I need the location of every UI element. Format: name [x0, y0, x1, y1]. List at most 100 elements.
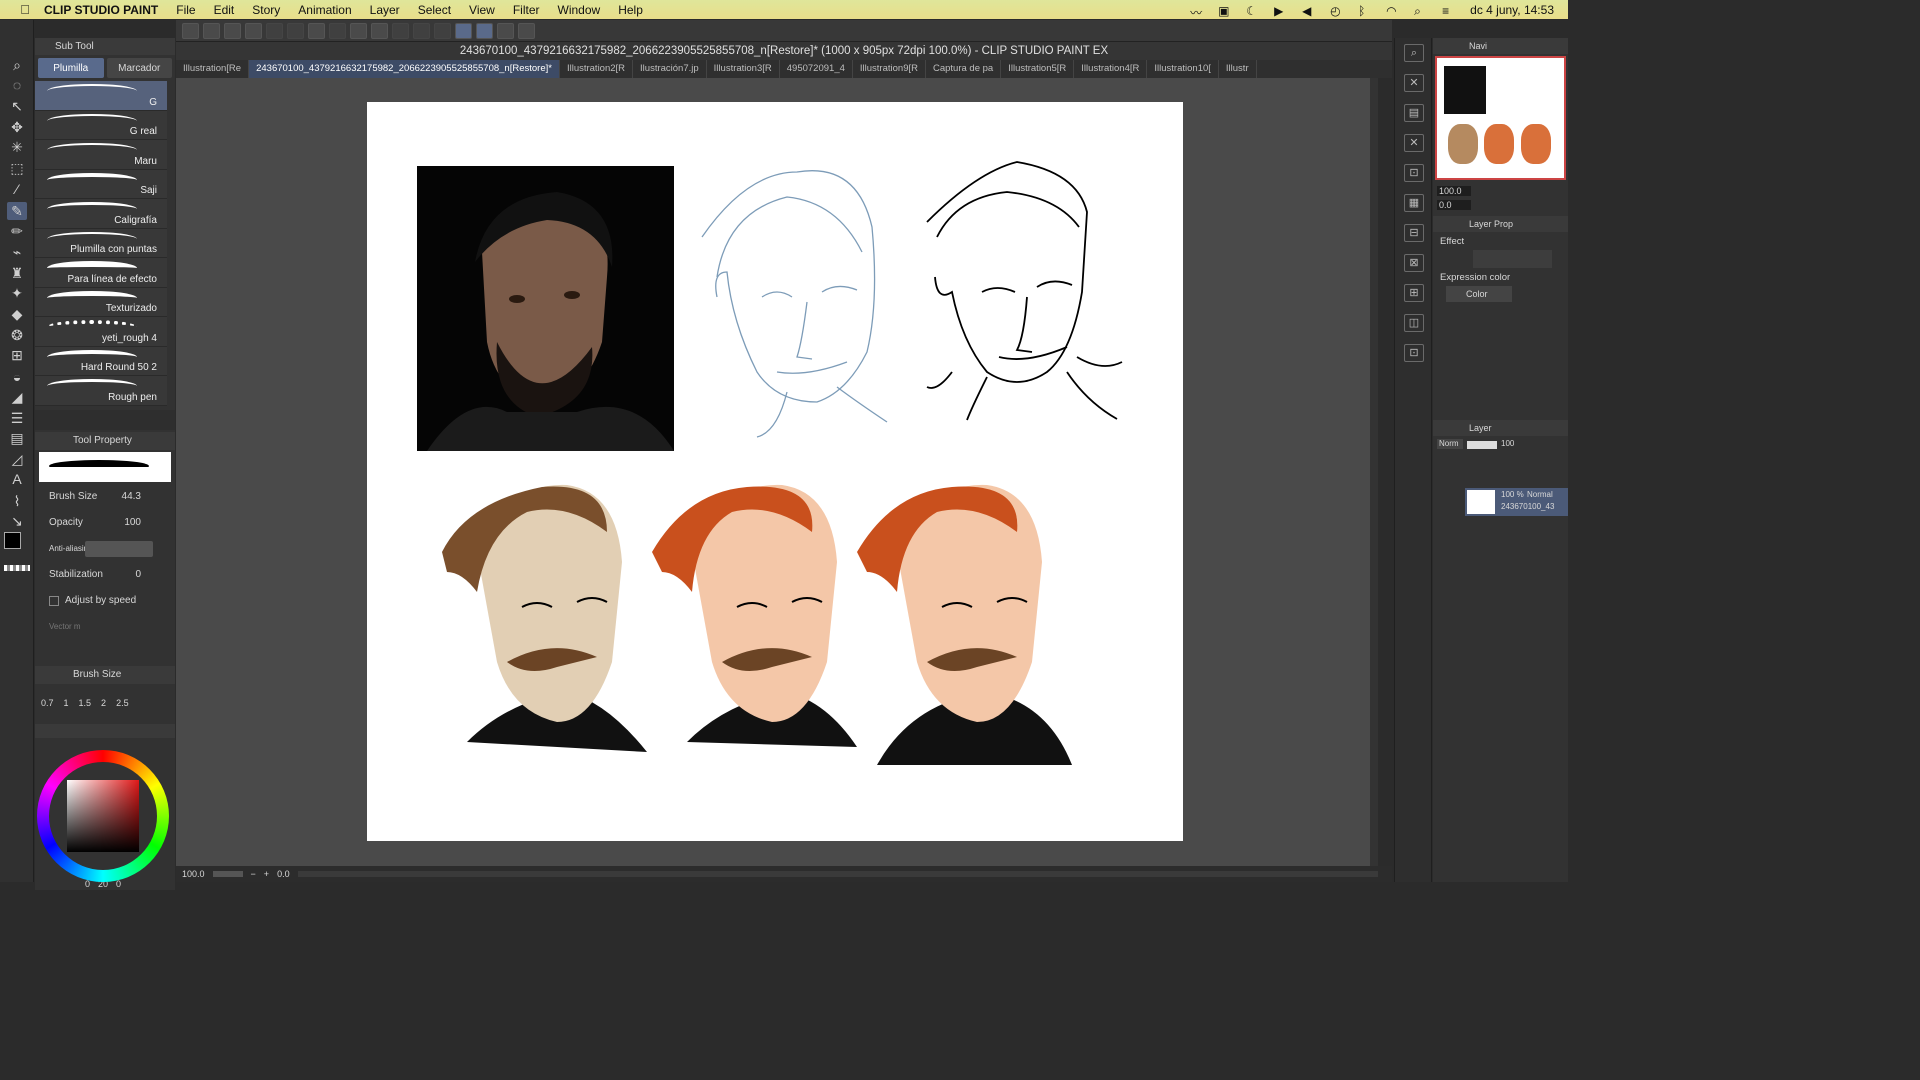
bluetooth-icon[interactable]: ᛒ — [1358, 4, 1372, 18]
clear-icon[interactable] — [329, 22, 346, 39]
doc-tab[interactable]: Illustration3[R — [707, 60, 780, 78]
transform-icon[interactable] — [371, 22, 388, 39]
doc-tab[interactable]: Illustration10[ — [1147, 60, 1219, 78]
undo-icon[interactable] — [266, 22, 283, 39]
brush-item[interactable]: Saji — [35, 169, 167, 199]
zoom-in-icon[interactable]: + — [264, 869, 269, 879]
selection-icon[interactable]: ⬚ — [7, 159, 27, 177]
pen-icon[interactable]: ✎ — [7, 202, 27, 220]
brush-icon[interactable]: ⌁ — [7, 243, 27, 261]
correct-line-icon[interactable]: ↘ — [7, 512, 27, 530]
menu-file[interactable]: File — [176, 3, 195, 17]
menu-edit[interactable]: Edit — [214, 3, 235, 17]
panel-icon[interactable]: ⊡ — [1404, 164, 1424, 182]
clip-studio-icon[interactable] — [182, 22, 199, 39]
move-icon[interactable]: ✥ — [7, 118, 27, 136]
doc-tab-active[interactable]: 243670100_4379216632175982_2066223905525… — [249, 60, 560, 78]
menu-window[interactable]: Window — [558, 3, 601, 17]
app-name[interactable]: CLIP STUDIO PAINT — [44, 3, 158, 17]
menu-help[interactable]: Help — [618, 3, 643, 17]
search-icon[interactable]: ⌕ — [1414, 4, 1428, 18]
horizontal-scrollbar[interactable] — [297, 871, 1378, 877]
main-color-swatch[interactable] — [4, 532, 21, 549]
layer-opacity[interactable]: 100 — [1501, 439, 1514, 449]
rotate-value[interactable]: 0.0 — [277, 869, 290, 879]
effect-buttons[interactable] — [1473, 250, 1552, 268]
brush-item[interactable]: G real — [35, 110, 167, 140]
panel-icon[interactable]: ◫ — [1404, 314, 1424, 332]
panel-icon[interactable]: ⊠ — [1404, 254, 1424, 272]
lasso-icon[interactable]: ◌ — [7, 76, 27, 94]
expression-color-select[interactable]: Color — [1446, 286, 1512, 302]
stabilization-value[interactable]: 0 — [135, 569, 141, 580]
doc-tab[interactable]: Illustration[Re — [176, 60, 250, 78]
moon-icon[interactable]: ☾ — [1246, 4, 1260, 18]
navigator-zoom[interactable]: 100.0 — [1437, 186, 1471, 196]
brush-item[interactable]: Caligrafía — [35, 199, 167, 229]
open-file-icon[interactable] — [224, 22, 241, 39]
brush-item[interactable]: G — [35, 81, 167, 111]
zoom-icon[interactable]: ⌕ — [7, 56, 27, 74]
magic-wand-icon[interactable]: ✳ — [7, 138, 27, 156]
panel-icon[interactable]: ▦ — [1404, 194, 1424, 212]
zoom-slider[interactable] — [212, 871, 243, 877]
size-preset[interactable]: 0.7 — [41, 698, 54, 724]
menu-view[interactable]: View — [469, 3, 495, 17]
invert-selection-icon[interactable] — [413, 22, 430, 39]
doc-tab[interactable]: Illustr — [1219, 60, 1257, 78]
panel-icon[interactable]: ▤ — [1404, 104, 1424, 122]
opacity-slider[interactable] — [1467, 441, 1497, 449]
figure-icon[interactable]: ☰ — [7, 409, 27, 427]
menu-story[interactable]: Story — [252, 3, 280, 17]
navigator-thumbnail[interactable] — [1435, 56, 1566, 180]
airbrush-icon[interactable]: ♜ — [7, 264, 27, 282]
play-icon[interactable]: ▶ — [1274, 4, 1288, 18]
brush-item[interactable]: yeti_rough 4 — [35, 317, 167, 347]
balloon-icon[interactable]: ⌇ — [7, 492, 27, 510]
panel-icon[interactable]: ⊟ — [1404, 224, 1424, 242]
doc-tab[interactable]: Ilustración7.jp — [633, 60, 707, 78]
apple-icon[interactable]:  — [16, 2, 34, 17]
panel-icon[interactable]: ✕ — [1404, 134, 1424, 152]
panel-icon[interactable]: ⊡ — [1404, 344, 1424, 362]
size-preset[interactable]: 2 — [101, 698, 106, 724]
save-icon[interactable] — [245, 22, 262, 39]
search-panel-icon[interactable]: ⌕ — [1404, 44, 1424, 62]
tab-plumilla[interactable]: Plumilla — [38, 58, 104, 78]
app-status-icon[interactable]: ▣ — [1218, 4, 1232, 18]
gradient-icon[interactable]: ◢ — [7, 388, 27, 406]
operation-icon[interactable]: ↖ — [7, 97, 27, 115]
size-preset[interactable]: 1.5 — [79, 698, 92, 724]
canvas-paper[interactable] — [367, 102, 1183, 841]
menu-animation[interactable]: Animation — [298, 3, 351, 17]
size-preset[interactable]: 2.5 — [116, 698, 129, 724]
menu-select[interactable]: Select — [418, 3, 451, 17]
brush-item[interactable]: Para línea de efecto — [35, 258, 167, 288]
doc-tab[interactable]: Illustration2[R — [560, 60, 634, 78]
snap-ruler-icon[interactable] — [455, 22, 472, 39]
antialias-selector[interactable] — [85, 540, 153, 557]
doc-tab[interactable]: Illustration4[R — [1074, 60, 1148, 78]
eyedropper-icon[interactable]: ⁄ — [7, 180, 27, 198]
blend-icon[interactable]: ❂ — [7, 326, 27, 344]
doc-tab[interactable]: Illustration5[R — [1001, 60, 1075, 78]
brush-item[interactable]: Texturizado — [35, 287, 167, 317]
menu-layer[interactable]: Layer — [370, 3, 400, 17]
time-machine-icon[interactable]: ◴ — [1330, 4, 1344, 18]
fill-tool-icon[interactable]: ◒ — [7, 368, 27, 386]
navigator-angle[interactable]: 0.0 — [1437, 200, 1471, 210]
size-preset[interactable]: 1 — [64, 698, 69, 724]
tab-marcador[interactable]: Marcador — [106, 58, 172, 78]
brush-item[interactable]: Maru — [35, 140, 167, 170]
eraser-icon[interactable]: ◆ — [7, 305, 27, 323]
doc-tab[interactable]: Captura de pa — [926, 60, 1002, 78]
doc-tab[interactable]: Illustration9[R — [853, 60, 926, 78]
fill-icon[interactable] — [350, 22, 367, 39]
wifi-icon[interactable]: ◠ — [1386, 4, 1400, 18]
new-file-icon[interactable] — [203, 22, 220, 39]
transparent-color-swatch[interactable] — [4, 565, 30, 571]
loading-icon[interactable] — [308, 22, 325, 39]
snap-special-ruler-icon[interactable] — [476, 22, 493, 39]
help-icon[interactable] — [518, 22, 535, 39]
audio-icon[interactable]: 〰 — [1190, 4, 1204, 20]
